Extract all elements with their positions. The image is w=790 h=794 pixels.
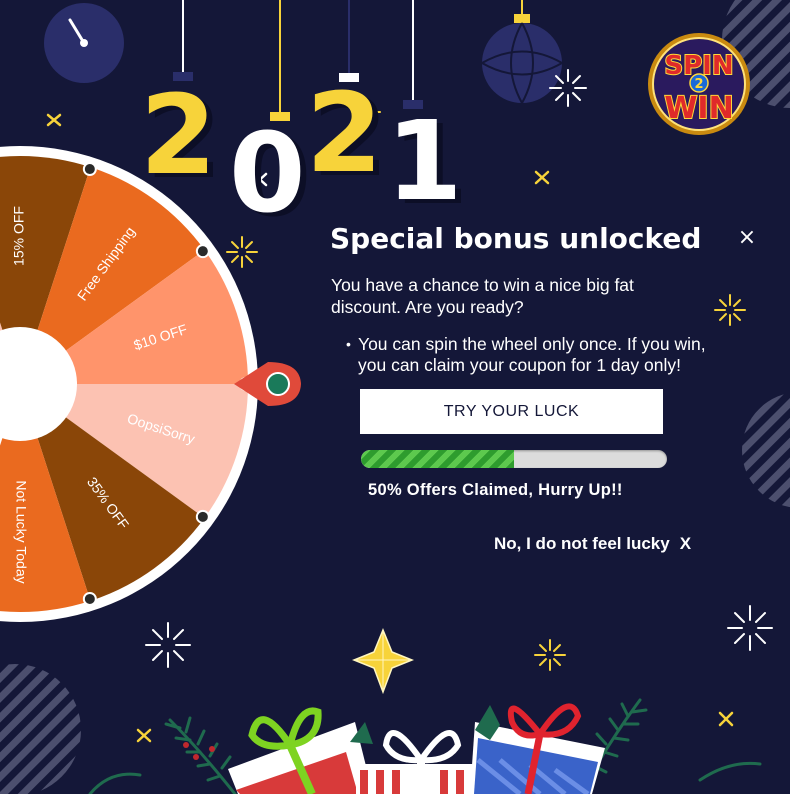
year-digit: 0 xyxy=(229,109,306,237)
logo-text: 2 xyxy=(694,77,703,92)
spin-to-win-popup: OopsiSorry15% OFFFree Shipping$10 OFFOop… xyxy=(0,0,790,794)
gift-box-icon xyxy=(228,707,373,794)
gift-box-icon xyxy=(356,730,486,794)
bullet-marker: • xyxy=(346,336,351,352)
year-digit: 2 xyxy=(306,69,383,197)
wheel-peg xyxy=(82,591,97,606)
popup-title: Special bonus unlocked xyxy=(330,222,702,255)
offers-progress-bar xyxy=(361,450,667,468)
close-icon[interactable]: × xyxy=(735,226,759,250)
popup-description: You have a chance to win a nice big fat … xyxy=(331,275,634,317)
year-digit: 2 xyxy=(140,71,217,199)
star-icon xyxy=(351,628,415,695)
wheel-peg xyxy=(195,509,210,524)
logo-text: WIN xyxy=(664,91,733,126)
decline-label: No, I do not feel lucky xyxy=(494,534,670,553)
offers-claimed-text: 50% Offers Claimed, Hurry Up!! xyxy=(368,481,623,499)
year-digit: 1 xyxy=(386,97,463,225)
clock-icon xyxy=(44,3,124,83)
spin-2-win-logo: SPIN 2 WIN xyxy=(648,33,750,135)
prize-wheel: OopsiSorry15% OFFFree Shipping$10 OFFOop… xyxy=(0,146,258,622)
rule-bullet: • You can spin the wheel only once. If y… xyxy=(346,334,726,376)
wheel-segment-label: Not Lucky Today xyxy=(13,480,29,583)
decline-link[interactable]: No, I do not feel lucky X xyxy=(494,534,691,554)
wheel-peg xyxy=(82,162,97,177)
rule-text: You can spin the wheel only once. If you… xyxy=(358,334,706,375)
striped-circle-decoration xyxy=(742,392,790,508)
progress-fill xyxy=(361,450,514,468)
wheel-peg xyxy=(195,244,210,259)
decline-x-icon: X xyxy=(679,534,692,553)
wheel-segment-label: 15% OFF xyxy=(11,206,27,266)
try-your-luck-button[interactable]: TRY YOUR LUCK xyxy=(360,389,663,434)
striped-circle-decoration xyxy=(0,664,81,794)
